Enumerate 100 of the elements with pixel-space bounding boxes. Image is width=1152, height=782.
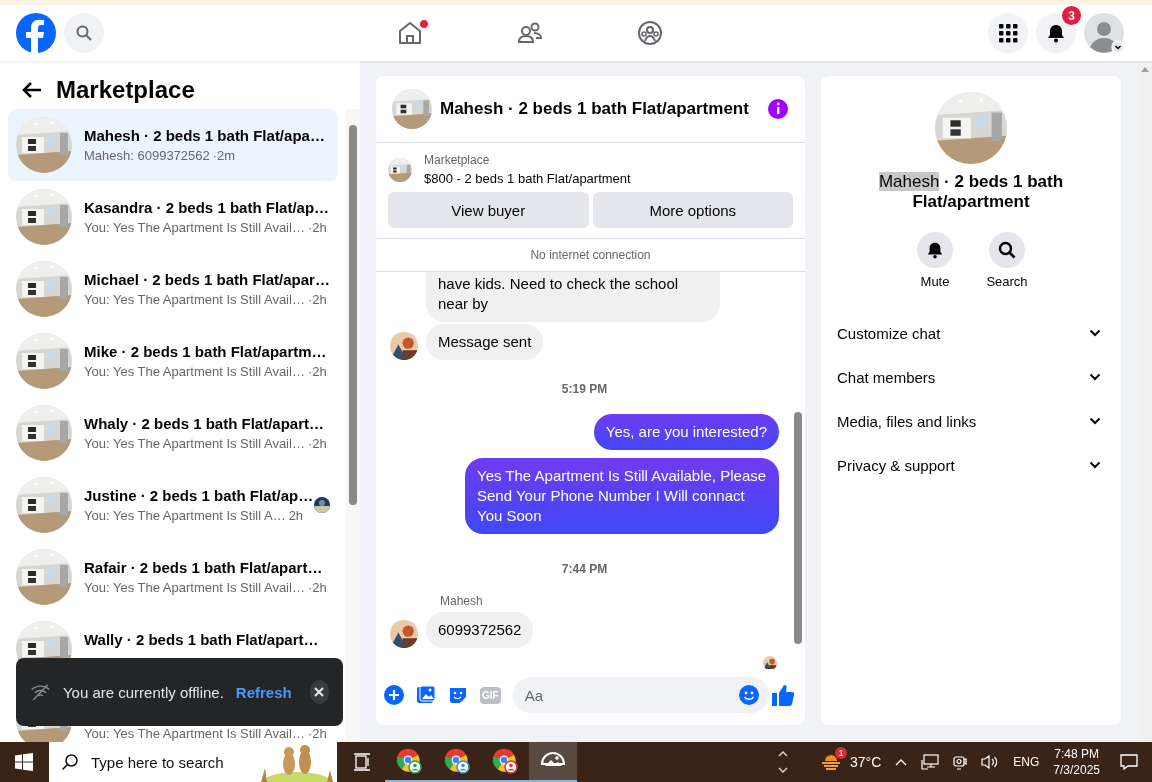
timestamp: ·2h: [307, 436, 327, 451]
mute-button[interactable]: Mute: [911, 232, 959, 289]
browser-icon: [444, 748, 470, 774]
search-icon: [76, 25, 92, 41]
conversation-name: Mahesh · 2 beds 1 bath Flat/apartment: [877, 172, 1065, 212]
conversation-item[interactable]: Kasandra · 2 beds 1 bath Flat/ap… You: Yes The Apartment Is Still Avail… ·2h: [8, 181, 338, 253]
clock-time[interactable]: 7:48 PM: [1054, 746, 1099, 762]
conversation-title: Mike · 2 beds 1 bath Flat/apartm…: [84, 343, 328, 360]
home-icon: [397, 20, 423, 46]
sticker-icon[interactable]: [448, 685, 468, 705]
notifications-button[interactable]: [1036, 13, 1076, 53]
conversation-title: Rafair · 2 beds 1 bath Flat/apart…: [84, 559, 324, 576]
notification-center-icon[interactable]: [1120, 753, 1138, 771]
toast-message: You are currently offline.: [62, 683, 224, 701]
conversation-title: Mahesh · 2 beds 1 bath Flat/apa…: [84, 127, 326, 144]
avatar-icon: [1084, 13, 1124, 53]
scrollbar[interactable]: [346, 109, 360, 742]
photos-app-button[interactable]: [529, 742, 577, 782]
page-scrollbar[interactable]: [1138, 61, 1152, 742]
message-preview: You: Yes The Apartment Is Still Avail…: [84, 580, 305, 595]
search-button[interactable]: [64, 13, 104, 53]
search-icon: [998, 241, 1016, 259]
browser-icon: [396, 748, 422, 774]
search-icon: [61, 753, 79, 771]
listing-title: $800 - 2 beds 1 bath Flat/apartment: [424, 171, 631, 186]
conversation-title: Michael · 2 beds 1 bath Flat/apar…: [84, 271, 330, 288]
conversation-item[interactable]: Mike · 2 beds 1 bath Flat/apartm… You: Yes The Apartment Is Still Avail… ·2h: [8, 325, 338, 397]
notification-badge: 3: [1062, 6, 1081, 25]
listing-source: Marketplace: [424, 153, 491, 167]
message-preview: You: Yes The Apartment Is Still Avail…: [84, 364, 305, 379]
timestamp: 5:19 PM: [560, 381, 609, 398]
close-button[interactable]: [309, 680, 329, 704]
timestamp: ·2h: [307, 220, 327, 235]
back-arrow-icon[interactable]: [22, 81, 42, 99]
timestamp: 7:44 PM: [560, 561, 609, 578]
notification-badge: 1: [835, 747, 847, 759]
sender-name: Mahesh: [439, 594, 484, 608]
people-icon: [517, 20, 543, 46]
listing-button[interactable]: More options: [592, 192, 793, 228]
timestamp: ·2h: [307, 725, 327, 741]
image-icon[interactable]: [416, 685, 436, 705]
conversation-title: Whaly · 2 beds 1 bath Flat/apart…: [84, 415, 326, 432]
chevron-icon[interactable]: [895, 758, 908, 766]
message-bubble: Yes, are you interested?: [593, 414, 779, 450]
message-bubble: Message sent: [426, 324, 544, 360]
section-header[interactable]: Media, files and links: [829, 399, 1113, 443]
task-view-icon[interactable]: [353, 753, 371, 771]
logo-icon[interactable]: [16, 13, 56, 53]
profile-button[interactable]: [1084, 13, 1124, 53]
message-bubble: 6099372562: [426, 612, 534, 648]
search-button[interactable]: Search: [983, 232, 1031, 289]
timestamp: 2h: [288, 508, 304, 523]
clock-date[interactable]: 7/3/2025: [1053, 762, 1100, 778]
bell-icon: [926, 241, 944, 259]
message-preview: You: Yes The Apartment Is Still Avail…: [84, 220, 305, 235]
page-title: Marketplace: [56, 76, 195, 104]
language-indicator[interactable]: ENG: [1013, 755, 1040, 769]
temperature: 37°C: [850, 754, 882, 770]
network-icon[interactable]: [921, 754, 940, 770]
message-bubble: Yes The Apartment Is Still Available, Please Send Your Phone Number I Will connact You Soon: [465, 458, 779, 534]
volume-icon[interactable]: [981, 754, 1000, 770]
search-field[interactable]: Type here to search: [89, 752, 247, 772]
menu-button[interactable]: [988, 13, 1028, 53]
message-input[interactable]: Aa: [512, 677, 769, 713]
timestamp: ·2h: [307, 292, 327, 307]
scroll-up-icon: [1140, 65, 1150, 73]
grid-icon: [998, 23, 1018, 43]
windows-icon[interactable]: [15, 753, 33, 771]
close-icon: [313, 686, 326, 698]
message-preview: You: Yes The Apartment Is Still Avail…: [84, 436, 305, 451]
message-preview: You: Yes The Apartment Is Still Avail…: [84, 292, 305, 307]
timestamp: ·2h: [307, 580, 327, 595]
conversation-item[interactable]: Whaly · 2 beds 1 bath Flat/apart… You: Yes The Apartment Is Still Avail… ·2h: [8, 397, 338, 469]
conversation-item[interactable]: Michael · 2 beds 1 bath Flat/apar… You: Yes The Apartment Is Still Avail… ·2h: [8, 253, 338, 325]
message-preview: Mahesh: 6099372562: [84, 148, 210, 163]
listing-button[interactable]: View buyer: [388, 192, 589, 228]
browser-icon: [492, 748, 518, 774]
bell-icon: [1046, 23, 1066, 43]
info-icon[interactable]: [767, 98, 789, 120]
add-icon[interactable]: [384, 685, 404, 705]
message-preview: You: Yes The Apartment Is Still A…: [84, 508, 286, 523]
section-header[interactable]: Customize chat: [829, 311, 1113, 355]
conversation-title: Wally · 2 beds 1 bath Flat/apart…: [84, 630, 320, 648]
group-icon: [637, 20, 663, 46]
like-icon[interactable]: [771, 683, 795, 707]
section-header[interactable]: Privacy & support: [829, 443, 1113, 487]
emoji-icon[interactable]: [739, 685, 759, 705]
section-header[interactable]: Chat members: [829, 355, 1113, 399]
message-bubble: have kids. Need to check the school near by: [426, 272, 720, 322]
conversation-item[interactable]: Rafair · 2 beds 1 bath Flat/apart… You: Yes The Apartment Is Still Avail… ·2h: [8, 541, 338, 613]
meeting-icon[interactable]: [953, 754, 968, 770]
conversation-item[interactable]: Mahesh · 2 beds 1 bath Flat/apa… Mahesh: 6099372562 ·2m: [8, 109, 338, 181]
message-preview: You: Yes The Apartment Is Still Avail…: [84, 725, 305, 741]
timestamp: ·2m: [212, 148, 236, 163]
conversation-item[interactable]: Justine · 2 beds 1 bath Flat/ap… You: Yes The Apartment Is Still A… 2h: [8, 469, 338, 541]
conversation-title: Kasandra · 2 beds 1 bath Flat/ap…: [84, 199, 330, 216]
chat-title: Mahesh · 2 beds 1 bath Flat/apartment: [440, 99, 750, 119]
refresh-link[interactable]: Refresh: [235, 683, 292, 701]
conversation-title: Justine · 2 beds 1 bath Flat/ap…: [84, 487, 315, 504]
timestamp: ·2h: [307, 364, 327, 379]
